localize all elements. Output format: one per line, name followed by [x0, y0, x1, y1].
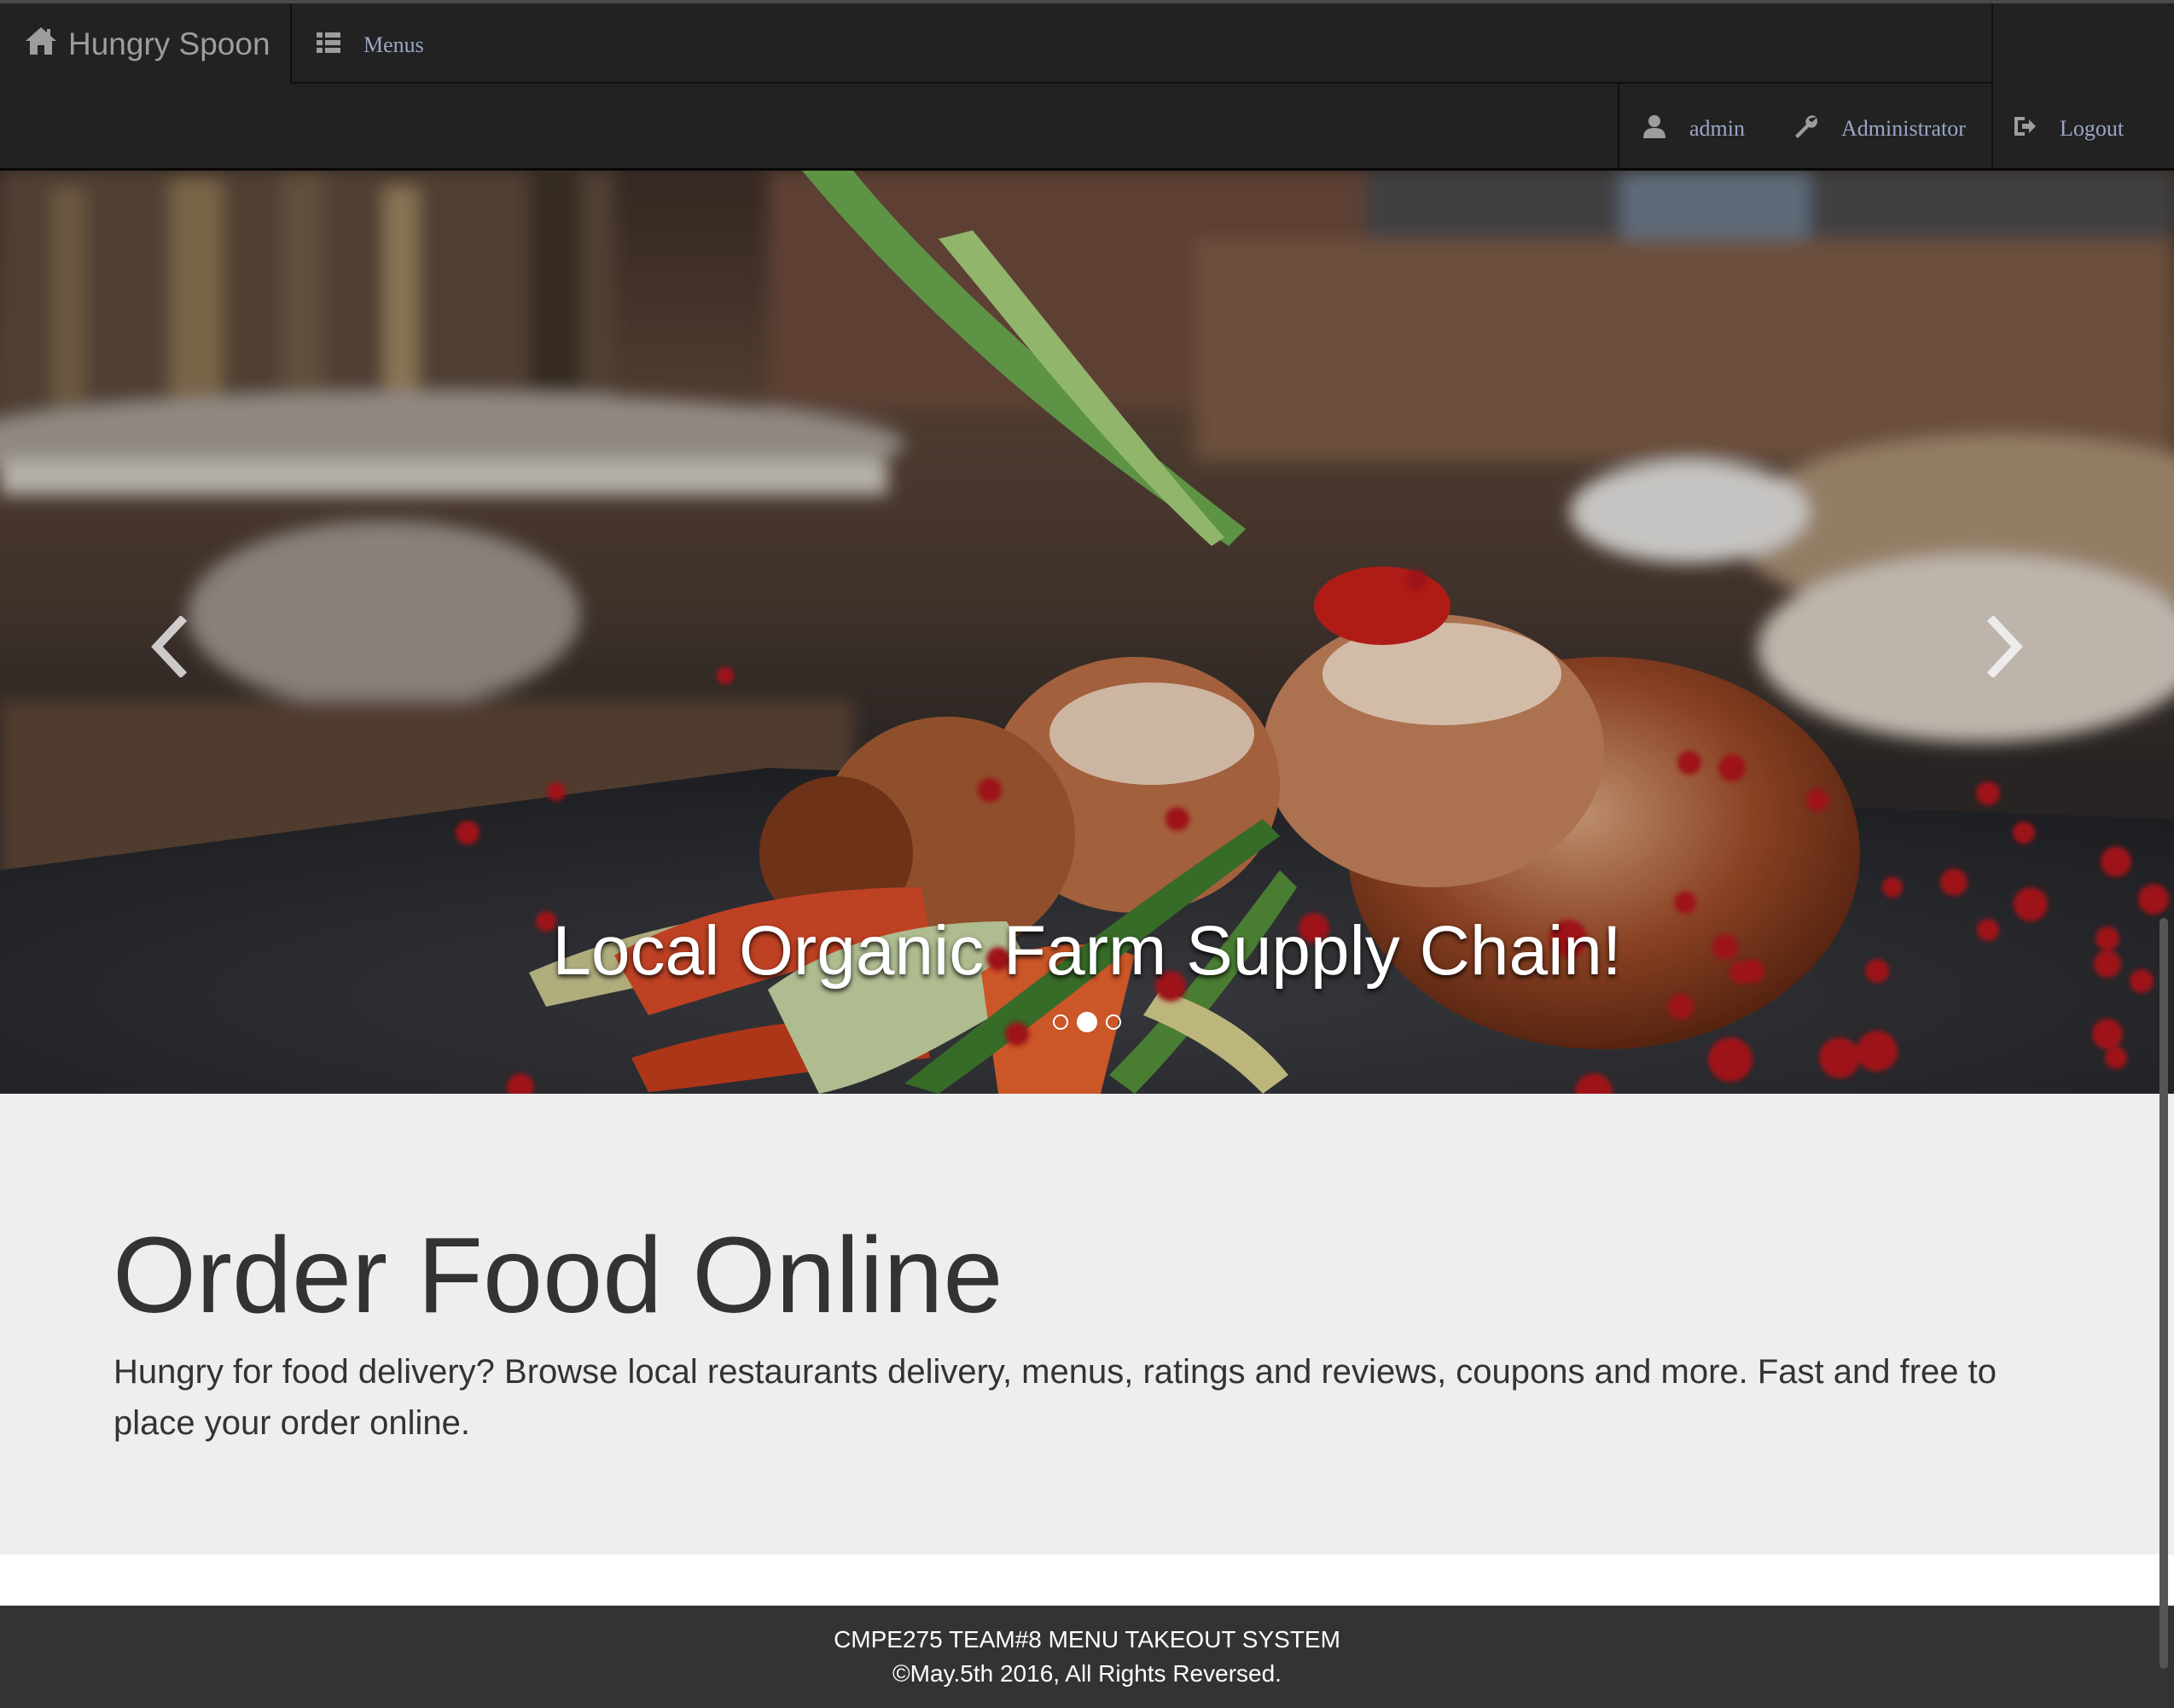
carousel-indicators	[0, 1012, 2174, 1032]
carousel-caption: Local Organic Farm Supply Chain!	[552, 912, 1622, 990]
administrator-link[interactable]: Administrator	[1793, 107, 1966, 150]
home-icon	[24, 24, 58, 66]
administrator-label: Administrator	[1841, 116, 1966, 141]
brand-link[interactable]: Hungry Spoon	[24, 20, 270, 68]
user-label: admin	[1689, 116, 1745, 141]
carousel-indicator-3[interactable]	[1106, 1014, 1121, 1030]
carousel-indicator-2[interactable]	[1077, 1012, 1097, 1032]
user-icon	[1642, 113, 1667, 145]
top-navbar: Hungry Spoon Menus admin Administrator L…	[0, 0, 2174, 171]
carousel-prev-button[interactable]	[118, 597, 220, 700]
menus-label: Menus	[363, 32, 424, 57]
logout-link[interactable]: Logout	[2012, 107, 2124, 150]
menus-link[interactable]: Menus	[316, 24, 424, 67]
carousel-next-button[interactable]	[1954, 597, 2056, 700]
logout-label: Logout	[2060, 116, 2125, 141]
carousel-indicator-1[interactable]	[1053, 1014, 1068, 1030]
footer-title: CMPE275 TEAM#8 MENU TAKEOUT SYSTEM	[834, 1626, 1340, 1653]
logout-icon	[2012, 113, 2037, 145]
chevron-right-icon	[1985, 614, 2026, 682]
chevron-left-icon	[148, 614, 189, 682]
jumbotron: Order Food Online Hungry for food delive…	[0, 1094, 2174, 1554]
page-scrollbar[interactable]	[2159, 918, 2168, 1669]
hero-carousel: Local Organic Farm Supply Chain!	[0, 171, 2174, 1094]
footer-copyright: ©May.5th 2016, All Rights Reversed.	[892, 1660, 1282, 1687]
nav-main-menu: Menus	[290, 3, 1993, 84]
page-heading: Order Food Online	[113, 1215, 1003, 1335]
intro-text: Hungry for food delivery? Browse local r…	[113, 1353, 1997, 1442]
list-icon	[316, 30, 341, 61]
footer: CMPE275 TEAM#8 MENU TAKEOUT SYSTEM ©May.…	[0, 1606, 2174, 1708]
wrench-icon	[1793, 113, 1819, 145]
user-link[interactable]: admin	[1642, 107, 1745, 150]
brand-name: Hungry Spoon	[68, 26, 270, 61]
